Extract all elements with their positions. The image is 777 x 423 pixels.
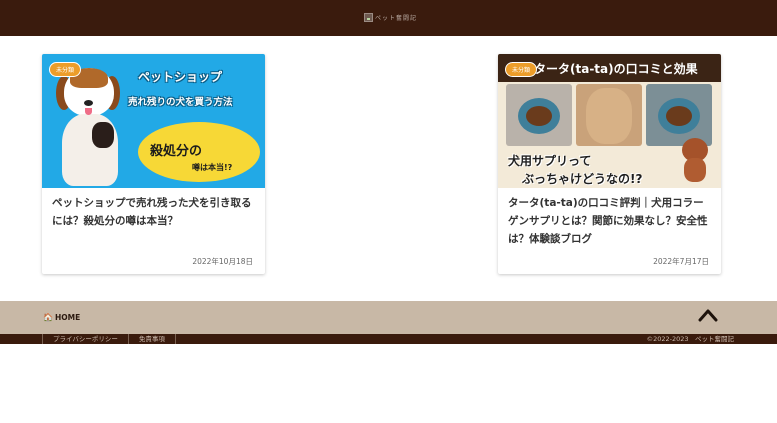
thumb-heading: ペットショップ bbox=[138, 70, 223, 84]
post-card[interactable]: 未分類 ペットショップ 売れ残りの犬を買う方法 殺処分の 噂は本当!? ペットシ… bbox=[42, 54, 265, 274]
category-badge: 未分類 bbox=[505, 62, 538, 77]
thumb-caption-line2: ぶっちゃけどうなの!? bbox=[522, 172, 643, 186]
post-title[interactable]: タータ(ta-ta)の口コミ評判｜犬用コラーゲンサプリとは？関節に効果なし？安全… bbox=[508, 194, 713, 248]
category-badge: 未分類 bbox=[49, 62, 82, 77]
breadcrumb-bar: 🏠 HOME bbox=[0, 301, 777, 334]
site-header: ペット奮闘記 bbox=[0, 0, 777, 36]
post-date: 2022年10月18日 bbox=[192, 257, 253, 266]
chevron-up-icon[interactable] bbox=[698, 307, 718, 323]
bubble-text-main: 殺処分の bbox=[150, 144, 203, 159]
photo-bowl bbox=[506, 84, 572, 146]
site-logo-alt-text: ペット奮闘記 bbox=[375, 15, 418, 22]
poodle-illustration bbox=[678, 138, 712, 182]
post-thumbnail[interactable]: 未分類 ペットショップ 売れ残りの犬を買う方法 殺処分の 噂は本当!? bbox=[42, 54, 265, 188]
bubble-text-sub: 噂は本当!? bbox=[192, 163, 233, 172]
thumb-caption-line1: 犬用サプリって bbox=[508, 154, 592, 168]
footer-link-disclaimer[interactable]: 免責事項 bbox=[127, 334, 176, 344]
copyright: ©2022-2023 ペット奮闘記 bbox=[646, 335, 734, 343]
beagle-illustration bbox=[56, 62, 120, 186]
photo-dog-eating bbox=[576, 84, 642, 146]
post-list: 未分類 ペットショップ 売れ残りの犬を買う方法 殺処分の 噂は本当!? ペットシ… bbox=[0, 36, 777, 301]
site-logo[interactable]: ペット奮闘記 bbox=[364, 12, 417, 23]
home-label: HOME bbox=[54, 313, 81, 322]
post-date: 2022年7月17日 bbox=[653, 257, 709, 266]
post-title[interactable]: ペットショップで売れ残った犬を引き取るには？殺処分の噂は本当？ bbox=[52, 194, 257, 230]
breadcrumb-home[interactable]: 🏠 HOME bbox=[43, 313, 80, 322]
post-card[interactable]: 未分類 タータ(ta-ta)の口コミと効果 犬用サプリって ぶっちゃけどうなの!… bbox=[498, 54, 721, 274]
broken-image-icon bbox=[364, 13, 373, 22]
site-footer: プライバシーポリシー 免責事項 ©2022-2023 ペット奮闘記 bbox=[0, 334, 777, 344]
post-thumbnail[interactable]: 未分類 タータ(ta-ta)の口コミと効果 犬用サプリって ぶっちゃけどうなの!… bbox=[498, 54, 721, 188]
thumb-subheading: 売れ残りの犬を買う方法 bbox=[128, 97, 233, 108]
footer-nav: プライバシーポリシー 免責事項 bbox=[42, 334, 176, 344]
photo-bowl bbox=[646, 84, 712, 146]
thumb-heading: タータ(ta-ta)の口コミと効果 bbox=[534, 62, 698, 76]
footer-link-privacy[interactable]: プライバシーポリシー bbox=[42, 334, 128, 344]
home-icon: 🏠 bbox=[43, 313, 53, 322]
